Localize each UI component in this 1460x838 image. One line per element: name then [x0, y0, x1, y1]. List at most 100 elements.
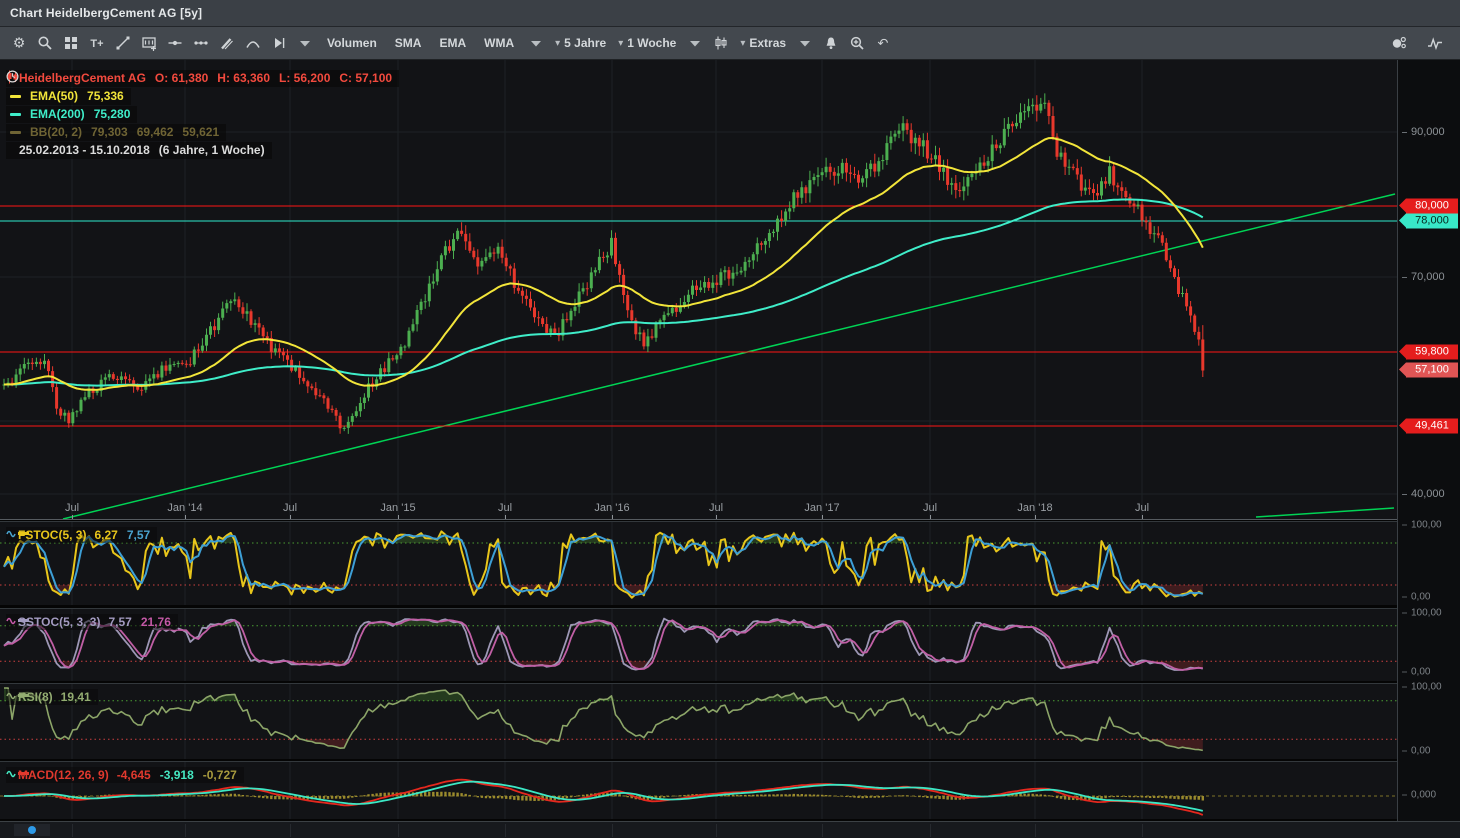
- sstoc-panel[interactable]: SSTOC(5, 3, 3) 7,57 21,76: [0, 608, 1397, 681]
- fstoc-legend[interactable]: FSTOC(5, 3) 6,277,57: [6, 527, 157, 543]
- timeframe-dropdown-icon[interactable]: [682, 30, 708, 56]
- bottom-bar-separator: [1035, 824, 1036, 837]
- legend-bollinger-row[interactable]: BB(20, 2) 79,303 69,462 59,621: [6, 124, 226, 141]
- bollinger-upper-value: 79,303: [91, 125, 128, 140]
- fstoc-panel[interactable]: FSTOC(5, 3) 6,277,57: [0, 521, 1397, 605]
- ema200-value: 75,280: [94, 107, 131, 122]
- price-flag-49461: 49,461: [1406, 419, 1458, 434]
- bottom-bar-separator: [1142, 824, 1143, 837]
- bottom-scrollbar[interactable]: [0, 821, 1460, 838]
- svg-text:⚙: ⚙: [13, 36, 26, 52]
- tools-dropdown-icon[interactable]: [292, 30, 318, 56]
- extras-select-value: Extras: [749, 36, 786, 50]
- undo-icon[interactable]: ↶: [870, 30, 896, 56]
- macd-panel[interactable]: MACD(12, 26, 9) -4,645-3,918-0,727: [0, 761, 1397, 819]
- volumen-button[interactable]: Volumen: [318, 30, 386, 56]
- price-axis-column[interactable]: 90,00070,00040,00080,00078,00059,80057,1…: [1397, 60, 1460, 821]
- sstoc-value-1: 21,76: [141, 615, 171, 629]
- fibonacci-tool-icon[interactable]: [188, 30, 214, 56]
- rsi-panel[interactable]: RSI(8) 19,41: [0, 683, 1397, 759]
- rsi-legend[interactable]: RSI(8) 19,41: [6, 689, 98, 705]
- sstoc-legend[interactable]: SSTOC(5, 3, 3) 7,57 21,76: [6, 614, 178, 630]
- ma-dropdown-icon[interactable]: [523, 30, 549, 56]
- zoom-in-icon[interactable]: [844, 30, 870, 56]
- settings-gear-icon[interactable]: ⚙: [6, 30, 32, 56]
- sstoc-canvas[interactable]: [0, 609, 1397, 681]
- chart-type-candlestick-icon[interactable]: [708, 30, 734, 56]
- fstoc-value-0: 6,27: [94, 528, 117, 542]
- legend-instrument-row[interactable]: HeidelbergCement AG O: 61,380 H: 63,360 …: [6, 70, 399, 87]
- bottom-bar-separator: [612, 824, 613, 837]
- legend-ema50-row[interactable]: EMA(50) 75,336: [6, 88, 131, 105]
- ema-button[interactable]: EMA: [430, 30, 475, 56]
- sstoc-value-0: 7,57: [108, 615, 131, 629]
- open-value: O: 61,380: [155, 71, 208, 86]
- price-flag-59800: 59,800: [1406, 345, 1458, 360]
- sstoc-axis-100: 100,00: [1402, 608, 1442, 619]
- bollinger-lower-value: 59,621: [182, 125, 219, 140]
- ema50-value: 75,336: [87, 89, 124, 104]
- price-axis-tick: 90,000: [1402, 126, 1445, 138]
- bottom-bar-separator: [72, 824, 73, 837]
- draw-tool-icon[interactable]: [214, 30, 240, 56]
- trendline-tool-icon[interactable]: [110, 30, 136, 56]
- scrollbar-handle[interactable]: [14, 824, 50, 836]
- macd-label: MACD(12, 26, 9): [18, 768, 109, 782]
- sstoc-label: SSTOC(5, 3, 3): [18, 615, 100, 629]
- search-icon[interactable]: [32, 30, 58, 56]
- timeframe-select[interactable]: ▾ 1 Woche: [612, 30, 682, 56]
- macd-legend[interactable]: MACD(12, 26, 9) -4,645-3,918-0,727: [6, 767, 244, 783]
- rsi-canvas[interactable]: [0, 684, 1397, 759]
- bollinger-label: BB(20, 2): [30, 125, 82, 140]
- cursor-tool-icon[interactable]: [266, 30, 292, 56]
- horizontal-line-tool-icon[interactable]: [162, 30, 188, 56]
- svg-text:T+: T+: [90, 38, 103, 50]
- bottom-bar-separator: [185, 824, 186, 837]
- chart-area: HeidelbergCement AG O: 61,380 H: 63,360 …: [0, 60, 1460, 838]
- low-value: L: 56,200: [279, 71, 330, 86]
- price-axis-tick: 70,000: [1402, 271, 1445, 283]
- range-select-value: 5 Jahre: [564, 36, 606, 50]
- bollinger-color-dash-icon: [10, 131, 21, 134]
- alert-bell-icon[interactable]: [818, 30, 844, 56]
- bollinger-middle-value: 69,462: [137, 125, 174, 140]
- extras-select[interactable]: ▾ Extras: [734, 30, 792, 56]
- price-panel[interactable]: HeidelbergCement AG O: 61,380 H: 63,360 …: [0, 60, 1397, 520]
- high-value: H: 63,360: [217, 71, 270, 86]
- date-range-detail: (6 Jahre, 1 Woche): [159, 143, 265, 158]
- macd-values: -4,645-3,918-0,727: [117, 768, 237, 782]
- bottom-bar-separator: [505, 824, 506, 837]
- extras-select-caret-icon: ▾: [740, 38, 745, 49]
- price-axis-tick: 40,000: [1402, 488, 1445, 500]
- sstoc-values: 7,57 21,76: [108, 615, 170, 629]
- price-flag-80000: 80,000: [1406, 199, 1458, 214]
- wma-button[interactable]: WMA: [475, 30, 523, 56]
- rsi-values: 19,41: [61, 690, 91, 704]
- svg-text:↶: ↶: [878, 37, 889, 52]
- macd-value-1: -3,918: [160, 768, 194, 782]
- indicator-settings-icon[interactable]: [136, 30, 162, 56]
- line-chart-view-icon[interactable]: [1422, 30, 1448, 56]
- legend-ema200-row[interactable]: EMA(200) 75,280: [6, 106, 137, 123]
- ema200-label: EMA(200): [30, 107, 85, 122]
- bottom-bar-separator: [822, 824, 823, 837]
- bottom-bar-separator: [398, 824, 399, 837]
- bubbles-view-icon[interactable]: [1386, 30, 1412, 56]
- range-select[interactable]: ▾5 Jahre: [549, 30, 612, 56]
- layout-grid-icon[interactable]: [58, 30, 84, 56]
- macd-value-2: -0,727: [203, 768, 237, 782]
- timeframe-select-caret-icon: ▾: [618, 38, 623, 49]
- timeframe-select-value: 1 Woche: [627, 36, 676, 50]
- extras-dropdown-icon[interactable]: [792, 30, 818, 56]
- fstoc-values: 6,277,57: [94, 528, 150, 542]
- price-flag-78000: 78,000: [1406, 214, 1458, 229]
- fstoc-axis-100: 100,00: [1402, 520, 1442, 531]
- sma-button[interactable]: SMA: [386, 30, 431, 56]
- add-text-icon[interactable]: T+: [84, 30, 110, 56]
- ema50-color-dash-icon: [10, 95, 21, 98]
- price-panel-legend: HeidelbergCement AG O: 61,380 H: 63,360 …: [6, 70, 399, 159]
- bottom-bar-separator: [290, 824, 291, 837]
- window-titlebar[interactable]: Chart HeidelbergCement AG [5y]: [0, 0, 1460, 27]
- fstoc-canvas[interactable]: [0, 522, 1397, 605]
- arc-tool-icon[interactable]: [240, 30, 266, 56]
